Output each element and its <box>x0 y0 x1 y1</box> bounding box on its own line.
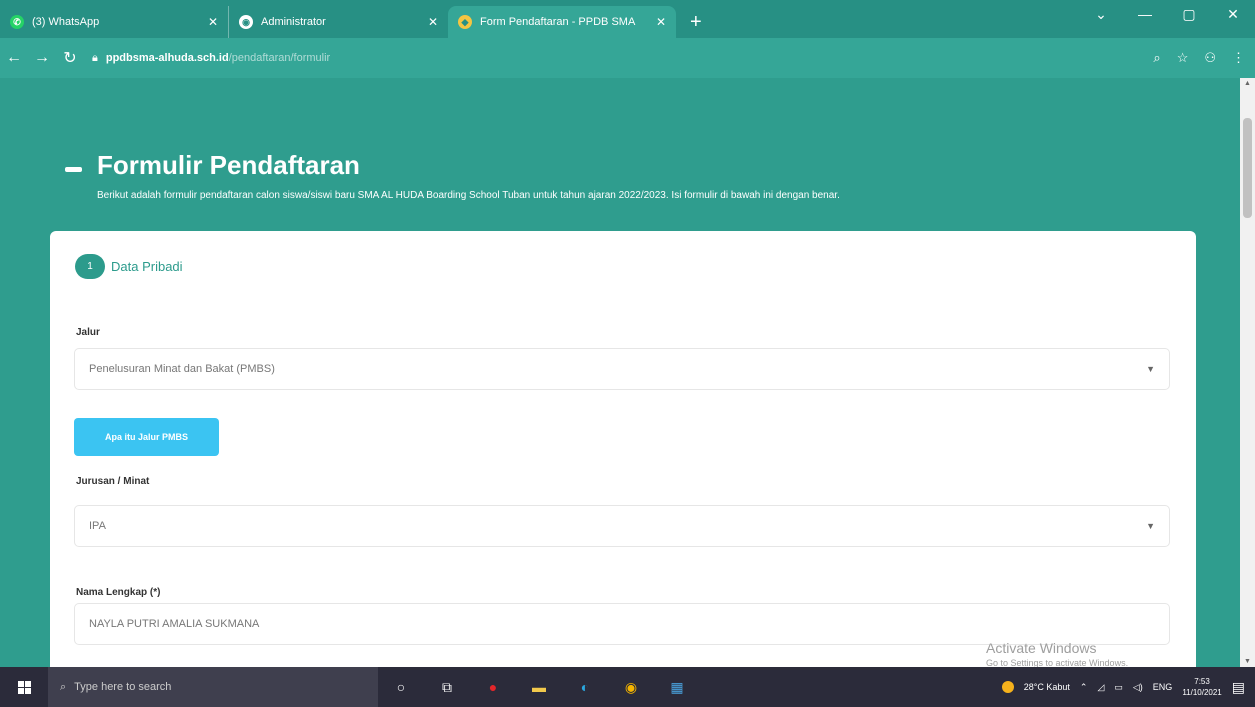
window-controls: ⌄ — ▢ ✕ <box>1079 0 1255 28</box>
scroll-down-icon[interactable]: ▼ <box>1244 658 1251 665</box>
notification-icon[interactable]: ▤ <box>1232 679 1245 696</box>
profile-icon[interactable]: ⚇ <box>1204 50 1216 66</box>
minimize-icon[interactable]: — <box>1123 6 1167 22</box>
chrome-icon: ◉ <box>239 15 253 29</box>
clock-date: 11/10/2021 <box>1182 688 1222 697</box>
windows-taskbar: ⌕ Type here to search ○ ⧉ ● ▬ ◐ ◉ ▦ 28°C… <box>0 667 1255 707</box>
store-icon[interactable]: ▦ <box>654 679 700 696</box>
close-icon[interactable]: ✕ <box>656 15 666 29</box>
back-icon[interactable]: ← <box>0 49 28 67</box>
header-dash-icon <box>65 167 82 172</box>
step-label: Data Pribadi <box>111 259 183 274</box>
file-explorer-icon[interactable]: ▬ <box>516 679 562 695</box>
whatsapp-icon: ✆ <box>10 15 24 29</box>
reload-icon[interactable]: ↻ <box>56 48 84 68</box>
battery-icon[interactable]: ▭ <box>1114 682 1123 693</box>
nama-value: NAYLA PUTRI AMALIA SUKMANA <box>89 618 260 630</box>
jalur-label: Jalur <box>76 327 100 338</box>
taskbar-search-input[interactable]: ⌕ Type here to search <box>48 667 378 707</box>
tray-overflow-icon[interactable]: ⌃ <box>1080 682 1088 693</box>
windows-start-icon[interactable] <box>0 680 48 694</box>
url-path: /pendaftaran/formulir <box>228 52 331 64</box>
network-icon[interactable]: ◿ <box>1097 682 1104 693</box>
browser-tab-bar: ✆ (3) WhatsApp ✕ ◉ Administrator ✕ ◆ For… <box>0 0 1255 38</box>
jurusan-select[interactable]: IPA ▼ <box>74 505 1170 547</box>
page-scrollbar[interactable]: ▲ ▼ <box>1240 78 1255 667</box>
tab-form-pendaftaran[interactable]: ◆ Form Pendaftaran - PPDB SMA ✕ <box>448 6 676 38</box>
chevron-down-icon: ▼ <box>1146 521 1155 531</box>
clock[interactable]: 7:53 11/10/2021 <box>1182 676 1221 698</box>
activate-windows-watermark: Activate Windows Go to Settings to activ… <box>986 640 1128 668</box>
search-icon: ⌕ <box>60 680 67 693</box>
info-jalur-button[interactable]: Apa itu Jalur PMBS <box>74 418 219 456</box>
watermark-title: Activate Windows <box>986 640 1097 656</box>
page-viewport: Formulir Pendaftaran Berikut adalah form… <box>0 78 1240 667</box>
task-view-icon[interactable]: ⧉ <box>424 679 470 696</box>
clock-time: 7:53 <box>1194 677 1210 686</box>
maximize-icon[interactable]: ▢ <box>1167 6 1211 23</box>
step-number: 1 <box>75 254 105 279</box>
system-tray: 28°C Kabut ⌃ ◿ ▭ ◁) ENG 7:53 11/10/2021 … <box>1001 676 1255 698</box>
language-indicator[interactable]: ENG <box>1153 682 1173 692</box>
page-subtitle: Berikut adalah formulir pendaftaran calo… <box>97 190 840 201</box>
tab-label: Form Pendaftaran - PPDB SMA <box>480 16 636 28</box>
new-tab-button[interactable]: + <box>690 6 702 38</box>
nama-input[interactable]: NAYLA PUTRI AMALIA SUKMANA <box>74 603 1170 645</box>
volume-icon[interactable]: ◁) <box>1133 682 1143 693</box>
step-indicator: 1 Data Pribadi <box>75 254 183 279</box>
site-icon: ◆ <box>458 15 472 29</box>
scroll-thumb[interactable] <box>1243 118 1252 218</box>
search-placeholder: Type here to search <box>74 681 172 693</box>
tab-whatsapp[interactable]: ✆ (3) WhatsApp ✕ <box>0 6 228 38</box>
form-card: 1 Data Pribadi Jalur Penelusuran Minat d… <box>50 231 1196 667</box>
lock-icon: 🔒︎ <box>92 51 98 64</box>
close-window-icon[interactable]: ✕ <box>1211 6 1255 23</box>
weather-text[interactable]: 28°C Kabut <box>1024 682 1070 692</box>
tab-search-icon[interactable]: ⌄ <box>1079 6 1123 23</box>
menu-dots-icon[interactable]: ⋮ <box>1232 50 1245 66</box>
nama-label: Nama Lengkap (*) <box>76 587 161 598</box>
weather-icon <box>1001 681 1014 693</box>
chrome-icon[interactable]: ◉ <box>608 679 654 696</box>
url-field[interactable]: 🔒︎ ppdbsma-alhuda.sch.id /pendaftaran/fo… <box>92 52 1152 65</box>
jalur-value: Penelusuran Minat dan Bakat (PMBS) <box>89 363 275 375</box>
tab-label: (3) WhatsApp <box>32 16 100 28</box>
url-host: ppdbsma-alhuda.sch.id <box>105 52 229 64</box>
tab-administrator[interactable]: ◉ Administrator ✕ <box>228 6 448 38</box>
edge-icon[interactable]: ◐ <box>562 679 608 695</box>
tab-label: Administrator <box>261 16 326 28</box>
jurusan-value: IPA <box>89 520 106 532</box>
opera-icon[interactable]: ● <box>470 679 516 695</box>
cortana-icon[interactable]: ○ <box>378 679 424 695</box>
page-title: Formulir Pendaftaran <box>97 150 360 180</box>
jalur-select[interactable]: Penelusuran Minat dan Bakat (PMBS) ▼ <box>74 348 1170 390</box>
address-bar: ← → ↻ 🔒︎ ppdbsma-alhuda.sch.id /pendafta… <box>0 38 1255 78</box>
close-icon[interactable]: ✕ <box>208 15 218 29</box>
chevron-down-icon: ▼ <box>1146 364 1155 374</box>
jurusan-label: Jurusan / Minat <box>76 476 150 487</box>
close-icon[interactable]: ✕ <box>428 15 438 29</box>
zoom-icon[interactable]: ⌕ <box>1153 50 1160 66</box>
forward-icon[interactable]: → <box>28 49 56 67</box>
scroll-up-icon[interactable]: ▲ <box>1244 80 1251 87</box>
bookmark-star-icon[interactable]: ☆ <box>1177 50 1189 66</box>
